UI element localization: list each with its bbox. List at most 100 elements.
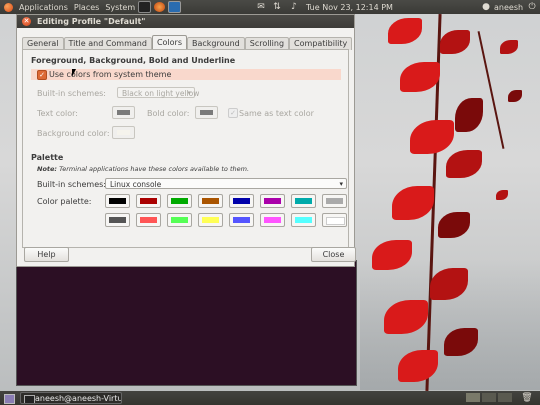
palette-color-swatch — [171, 198, 188, 204]
wallpaper-leaf — [496, 190, 508, 200]
colors-panel: Foreground, Background, Bold and Underli… — [22, 49, 349, 248]
same-as-text-checkbox: ✓ — [228, 108, 238, 118]
mouse-pointer-icon — [72, 69, 76, 77]
use-system-theme-label[interactable]: Use colors from system theme — [49, 70, 171, 79]
palette-color-swatch — [202, 217, 219, 223]
wallpaper-leaf — [400, 62, 440, 92]
palette-color-swatch — [171, 217, 188, 223]
palette-color-swatch — [326, 217, 345, 225]
network-icon[interactable]: ⇅ — [270, 0, 284, 14]
palette-color-swatch — [233, 198, 250, 204]
wallpaper-leaf — [500, 40, 518, 54]
volume-icon[interactable]: ♪ — [287, 0, 301, 14]
background-color-label: Background color: — [37, 129, 110, 138]
workspace-switcher-icon[interactable] — [498, 393, 512, 402]
same-as-text-label: Same as text color — [239, 109, 314, 118]
palette-color-button[interactable] — [167, 194, 192, 208]
dialog-title: Editing Profile "Default" — [37, 17, 146, 26]
menu-applications[interactable]: Applications — [19, 3, 68, 12]
palette-color-button[interactable] — [167, 213, 192, 227]
palette-color-button[interactable] — [322, 194, 347, 208]
terminal-icon — [24, 395, 35, 403]
taskbar-terminal-label: aneesh@aneesh-Virtu... — [35, 394, 122, 403]
palette-color-swatch — [295, 217, 312, 223]
palette-color-button[interactable] — [322, 213, 347, 227]
firefox-launcher-icon[interactable] — [154, 2, 166, 12]
menu-places[interactable]: Places — [74, 3, 99, 12]
palette-note-bold: Note: — [37, 165, 58, 173]
wallpaper-leaf — [508, 90, 522, 102]
palette-color-button[interactable] — [198, 194, 223, 208]
palette-section-heading: Palette — [31, 153, 64, 162]
bold-color-label: Bold color: — [147, 109, 190, 118]
palette-builtin-schemes-label: Built-in schemes: — [37, 180, 106, 189]
taskbar-terminal-button[interactable]: aneesh@aneesh-Virtu... — [20, 392, 122, 404]
palette-color-swatch — [326, 198, 343, 204]
bottom-panel: aneesh@aneesh-Virtu... 🗑 — [0, 391, 540, 405]
palette-builtin-schemes-select[interactable]: Linux console ▾ — [105, 178, 347, 189]
top-panel: Applications Places System ✉ ⇅ ♪ Tue Nov… — [0, 0, 540, 14]
palette-color-button[interactable] — [229, 213, 254, 227]
terminal-launcher-icon[interactable] — [138, 1, 152, 13]
wallpaper-leaf — [440, 30, 470, 54]
palette-color-swatch — [109, 198, 126, 204]
power-icon[interactable]: ⏻ — [526, 0, 538, 14]
text-color-label: Text color: — [37, 109, 78, 118]
close-icon[interactable]: ✕ — [22, 17, 31, 26]
palette-color-swatch — [140, 217, 157, 223]
palette-builtin-schemes-value: Linux console — [110, 180, 162, 189]
text-color-button — [112, 106, 135, 119]
wallpaper-leaf — [392, 186, 434, 220]
menu-system[interactable]: System — [105, 3, 135, 12]
palette-color-swatch — [295, 198, 312, 204]
palette-color-swatch — [233, 217, 250, 223]
bold-color-button — [195, 106, 218, 119]
workspace-switcher-icon[interactable] — [482, 393, 496, 402]
background-color-button — [112, 126, 135, 139]
fg-builtin-schemes-label: Built-in schemes: — [37, 89, 106, 98]
palette-color-swatch — [264, 217, 281, 223]
palette-color-button[interactable] — [136, 194, 161, 208]
wallpaper-leaf — [446, 150, 482, 178]
ubuntu-logo-icon[interactable] — [4, 2, 13, 12]
palette-color-swatch — [109, 217, 126, 223]
tab-bar: General Title and Command Colors Backgro… — [22, 35, 353, 50]
dialog-titlebar[interactable]: ✕ Editing Profile "Default" — [17, 15, 354, 28]
palette-color-swatch — [264, 198, 281, 204]
trash-icon[interactable]: 🗑 — [520, 391, 534, 405]
bold-color-swatch — [200, 110, 213, 115]
terminal-window[interactable] — [16, 260, 357, 386]
show-desktop-icon[interactable] — [4, 394, 15, 404]
mail-icon[interactable]: ✉ — [254, 0, 268, 14]
palette-color-swatch — [140, 198, 157, 204]
close-button[interactable]: Close — [311, 247, 356, 262]
palette-color-button[interactable] — [291, 213, 316, 227]
palette-color-button[interactable] — [260, 213, 285, 227]
palette-color-button[interactable] — [105, 194, 130, 208]
clock[interactable]: Tue Nov 23, 12:14 PM — [306, 3, 393, 12]
user-icon: ● — [482, 2, 490, 12]
palette-color-button[interactable] — [136, 213, 161, 227]
color-palette-label: Color palette: — [37, 197, 92, 206]
use-system-theme-checkbox[interactable]: ✓ — [37, 70, 47, 80]
palette-color-button[interactable] — [229, 194, 254, 208]
chevron-down-icon: ▾ — [339, 180, 343, 188]
palette-color-button[interactable] — [198, 213, 223, 227]
palette-color-button[interactable] — [291, 194, 316, 208]
wallpaper-leaf — [455, 98, 483, 132]
palette-note-text: Terminal applications have these colors … — [57, 165, 250, 173]
palette-color-swatch — [202, 198, 219, 204]
user-name[interactable]: aneesh — [494, 3, 523, 12]
wallpaper-leaf — [410, 120, 454, 154]
help-button[interactable]: Help — [24, 247, 69, 262]
wallpaper-leaf — [388, 18, 422, 44]
palette-note: Note: Terminal applications have these c… — [37, 165, 249, 173]
fg-builtin-schemes-select: Black on light yellow ▾ — [117, 87, 199, 98]
chevron-down-icon: ▾ — [187, 89, 191, 97]
palette-color-button[interactable] — [105, 213, 130, 227]
tab-colors[interactable]: Colors — [151, 35, 187, 50]
help-launcher-icon[interactable] — [168, 1, 182, 13]
palette-color-button[interactable] — [260, 194, 285, 208]
workspace-switcher-icon[interactable] — [466, 393, 480, 402]
wallpaper-leaf — [438, 212, 470, 238]
